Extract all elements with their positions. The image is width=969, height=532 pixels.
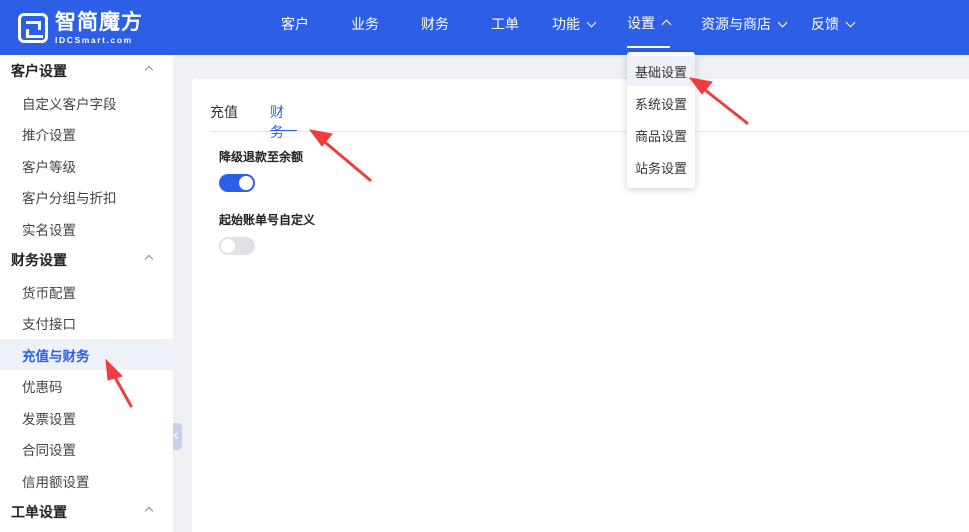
logo-subtitle: IDCSmart.com (55, 34, 133, 45)
logo-title: 智简魔方 (55, 10, 143, 34)
nav-customers[interactable]: 客户 (281, 0, 309, 48)
sidebar-group-finance-settings[interactable]: 财务设置 (0, 244, 173, 276)
sidebar-item[interactable]: 自定义客户字段 (0, 87, 173, 118)
brand-logo[interactable]: 智简魔方 IDCSmart.com (18, 10, 143, 46)
top-navigation-bar: 智简魔方 IDCSmart.com 客户 业务 财务 工单 功能 设置 资源与商… (0, 0, 969, 55)
sidebar-item[interactable]: 合同设置 (0, 433, 173, 464)
sidebar-item[interactable]: 货币配置 (0, 276, 173, 307)
downgrade-refund-toggle[interactable] (219, 174, 255, 192)
sidebar: 客户设置 自定义客户字段 推介设置 客户等级 客户分组与折扣 实名设置 财务设置… (0, 55, 173, 532)
settings-dropdown-menu: 基础设置 系统设置 商品设置 站务设置 (627, 52, 695, 188)
nav-tickets[interactable]: 工单 (491, 0, 519, 48)
sidebar-item[interactable]: 客户分组与折扣 (0, 181, 173, 212)
menu-item-system-settings[interactable]: 系统设置 (627, 88, 695, 118)
sidebar-collapse-handle[interactable] (173, 423, 182, 450)
logo-icon (18, 13, 48, 43)
toggle-knob (239, 176, 253, 190)
chevron-up-icon (144, 254, 154, 264)
content-card (192, 79, 969, 532)
field-label-custom-invoice-number: 起始账单号自定义 (219, 213, 316, 227)
nav-feedback[interactable]: 反馈 (811, 0, 856, 48)
nav-finance[interactable]: 财务 (421, 0, 449, 48)
nav-settings[interactable]: 设置 (627, 0, 672, 48)
field-label-downgrade-refund: 降级退款至余额 (219, 150, 304, 164)
sidebar-item[interactable]: 推介设置 (0, 118, 173, 149)
toggle-knob (221, 239, 235, 253)
menu-item-product-settings[interactable]: 商品设置 (627, 120, 695, 150)
sidebar-item[interactable]: 发票设置 (0, 402, 173, 433)
sidebar-item[interactable]: 实名设置 (0, 213, 173, 244)
tab-recharge[interactable]: 充值 (210, 102, 238, 132)
menu-item-site-settings[interactable]: 站务设置 (627, 152, 695, 182)
tab-finance[interactable]: 财务 (270, 102, 297, 140)
sidebar-item[interactable]: 优惠码 (0, 370, 173, 401)
nav-features[interactable]: 功能 (552, 0, 597, 48)
sidebar-item-active[interactable]: 充值与财务 (0, 339, 173, 370)
custom-invoice-number-toggle[interactable] (219, 237, 255, 255)
menu-item-basic-settings[interactable]: 基础设置 (627, 56, 695, 86)
sidebar-item[interactable]: 支付接口 (0, 307, 173, 338)
chevron-up-icon (144, 65, 154, 75)
sidebar-group-ticket-settings[interactable]: 工单设置 (0, 496, 173, 528)
chevron-up-icon (144, 506, 154, 516)
sidebar-item[interactable]: 客户等级 (0, 150, 173, 181)
chevron-down-icon (586, 17, 597, 27)
chevron-down-icon (845, 17, 856, 27)
chevron-up-icon (661, 19, 672, 30)
tabs-divider (210, 131, 969, 132)
nav-business[interactable]: 业务 (351, 0, 379, 48)
sidebar-group-customer-settings[interactable]: 客户设置 (0, 55, 173, 87)
nav-resources-store[interactable]: 资源与商店 (701, 0, 788, 48)
sidebar-item[interactable]: 信用额设置 (0, 465, 173, 496)
chevron-down-icon (777, 17, 788, 27)
